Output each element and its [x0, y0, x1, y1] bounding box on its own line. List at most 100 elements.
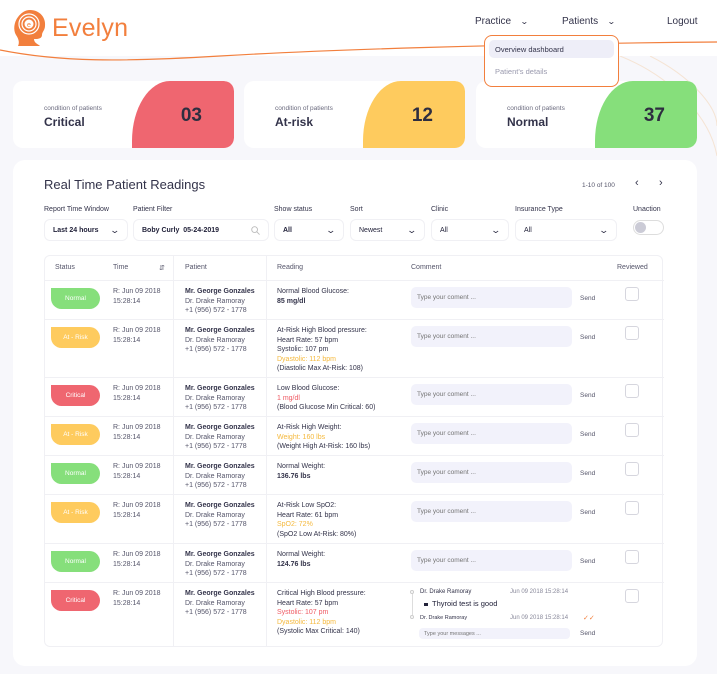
insurance-type-select[interactable]: All ⌄ — [515, 219, 617, 241]
summary-card-at-risk[interactable]: condition of patients At-risk 12 — [244, 81, 465, 148]
reading-line: (Weight High At-Risk: 160 lbs) — [277, 443, 371, 451]
table-row: At - Risk R: Jun 09 2018 15:28:14 Mr. Georg… — [45, 494, 664, 543]
reviewed-checkbox[interactable] — [625, 384, 639, 398]
patient-info: Mr. George Gonzales Dr. Drake Ramoray +1 (… — [185, 326, 255, 355]
status-badge: Critical — [51, 385, 100, 406]
send-button[interactable]: Send — [580, 334, 595, 341]
menu-item-patients-details[interactable]: Patient's details — [489, 62, 614, 80]
nav-logout[interactable]: Logout — [667, 16, 698, 27]
patient-name[interactable]: Mr. George Gonzales — [185, 384, 255, 394]
send-button[interactable]: Send — [580, 431, 595, 438]
reviewed-checkbox[interactable] — [625, 501, 639, 515]
card-title: At-risk — [275, 115, 314, 129]
patient-name[interactable]: Mr. George Gonzales — [185, 501, 255, 511]
send-button[interactable]: Send — [580, 558, 595, 565]
select-value: All — [283, 226, 292, 234]
status-badge: At - Risk — [51, 424, 100, 445]
thread-dot — [410, 615, 414, 619]
doctor-name: Dr. Drake Ramoray — [185, 297, 245, 305]
message-icon — [424, 603, 428, 606]
table-row: Normal R: Jun 09 2018 15:28:14 Mr. George G… — [45, 455, 664, 494]
input-value: Boby Curly 05-24-2019 — [142, 226, 220, 234]
send-button[interactable]: Send — [580, 509, 595, 516]
reading-details: Normal Blood Glucose: 85 mg/dl — [277, 287, 349, 306]
column-header-reading: Reading — [277, 264, 304, 271]
reading-details: Normal Weight: 136.76 lbs — [277, 462, 325, 481]
card-subtitle: condition of patients — [44, 105, 102, 112]
show-status-select[interactable]: All ⌄ — [274, 219, 344, 241]
sort-icon[interactable]: ⇵ — [159, 264, 165, 272]
time-clock: 15:28:14 — [113, 394, 141, 402]
pagination-info: 1-10 of 100 — [582, 182, 615, 189]
message-input[interactable] — [419, 628, 570, 639]
comment-input[interactable] — [411, 326, 572, 347]
patient-phone: +1 (956) 572 - 1778 — [185, 521, 247, 529]
patient-name[interactable]: Mr. George Gonzales — [185, 462, 255, 472]
column-header-time[interactable]: Time — [113, 264, 128, 271]
patient-name[interactable]: Mr. George Gonzales — [185, 423, 255, 433]
comment-input[interactable] — [411, 423, 572, 444]
patient-phone: +1 (956) 572 - 1778 — [185, 346, 247, 354]
comment-input[interactable] — [411, 501, 572, 522]
column-header-status: Status — [55, 264, 75, 271]
reading-line: Normal Blood Glucose: — [277, 288, 349, 295]
nav-practice[interactable]: Practice ⌄ — [475, 16, 529, 27]
reviewed-checkbox[interactable] — [625, 326, 639, 340]
next-page-button[interactable]: › — [659, 177, 663, 189]
patient-info: Mr. George Gonzales Dr. Drake Ramoray +1 (… — [185, 589, 255, 618]
patient-name[interactable]: Mr. George Gonzales — [185, 287, 255, 297]
patient-info: Mr. George Gonzales Dr. Drake Ramoray +1 (… — [185, 550, 255, 579]
comment-input[interactable] — [411, 550, 572, 571]
reviewed-checkbox[interactable] — [625, 423, 639, 437]
reviewed-checkbox[interactable] — [625, 462, 639, 476]
comment-input[interactable] — [411, 384, 572, 405]
reviewed-checkbox[interactable] — [625, 287, 639, 301]
status-badge: At - Risk — [51, 327, 100, 348]
sort-select[interactable]: Newest ⌄ — [350, 219, 425, 241]
filter-label-report-time: Report Time Window — [44, 206, 109, 213]
menu-item-overview-dashboard[interactable]: Overview dashboard — [489, 40, 614, 58]
reviewed-checkbox[interactable] — [625, 589, 639, 603]
report-time-window-select[interactable]: Last 24 hours ⌄ — [44, 219, 128, 241]
summary-card-critical[interactable]: condition of patients Critical 03 — [13, 81, 234, 148]
readings-table: Status Time ⇵ Patient Reading Comment Re… — [44, 255, 664, 647]
patient-name[interactable]: Mr. George Gonzales — [185, 326, 255, 336]
chevron-down-icon: ⌄ — [406, 224, 418, 235]
logo[interactable]: e Evelyn — [12, 8, 128, 48]
reviewed-checkbox[interactable] — [625, 550, 639, 564]
card-subtitle: condition of patients — [507, 105, 565, 112]
status-badge: At - Risk — [51, 502, 100, 523]
prev-page-button[interactable]: ‹ — [635, 177, 639, 189]
status-badge: Normal — [51, 463, 100, 484]
summary-card-normal[interactable]: condition of patients Normal 37 — [476, 81, 697, 148]
patient-filter-input[interactable]: Boby Curly 05-24-2019 — [133, 219, 269, 241]
send-button[interactable]: Send — [580, 295, 595, 302]
send-button[interactable]: Send — [580, 630, 595, 637]
message-time: Jun 09 2018 15:28:14 — [510, 589, 569, 595]
reading-details: At-Risk High Weight: Weight: 160 lbs (Weig… — [277, 423, 370, 452]
send-button[interactable]: Send — [580, 392, 595, 399]
message-author: Dr. Drake Ramoray — [420, 589, 472, 595]
clinic-select[interactable]: All ⌄ — [431, 219, 509, 241]
reading-line: At-Risk High Blood pressure: — [277, 327, 367, 334]
status-badge: Critical — [51, 590, 100, 611]
column-header-patient: Patient — [185, 264, 207, 271]
reading-details: Critical High Blood pressure: Heart Rate:… — [277, 589, 366, 637]
reading-line: Normal Weight: — [277, 551, 326, 558]
reading-line: 124.76 lbs — [277, 560, 311, 568]
time-date: R: Jun 09 2018 — [113, 327, 161, 334]
nav-practice-label: Practice — [475, 16, 512, 27]
send-button[interactable]: Send — [580, 470, 595, 477]
doctor-name: Dr. Drake Ramoray — [185, 472, 245, 480]
card-subtitle: condition of patients — [275, 105, 333, 112]
reading-time: R: Jun 09 2018 15:28:14 — [113, 423, 160, 442]
comment-input[interactable] — [411, 287, 572, 308]
patient-name[interactable]: Mr. George Gonzales — [185, 550, 255, 560]
toggle-knob — [635, 222, 646, 233]
nav-patients[interactable]: Patients ⌄ — [562, 16, 616, 27]
doctor-name: Dr. Drake Ramoray — [185, 336, 245, 344]
patient-name[interactable]: Mr. George Gonzales — [185, 589, 255, 599]
unaction-toggle[interactable] — [633, 220, 664, 235]
comment-input[interactable] — [411, 462, 572, 483]
time-date: R: Jun 09 2018 — [113, 590, 161, 597]
